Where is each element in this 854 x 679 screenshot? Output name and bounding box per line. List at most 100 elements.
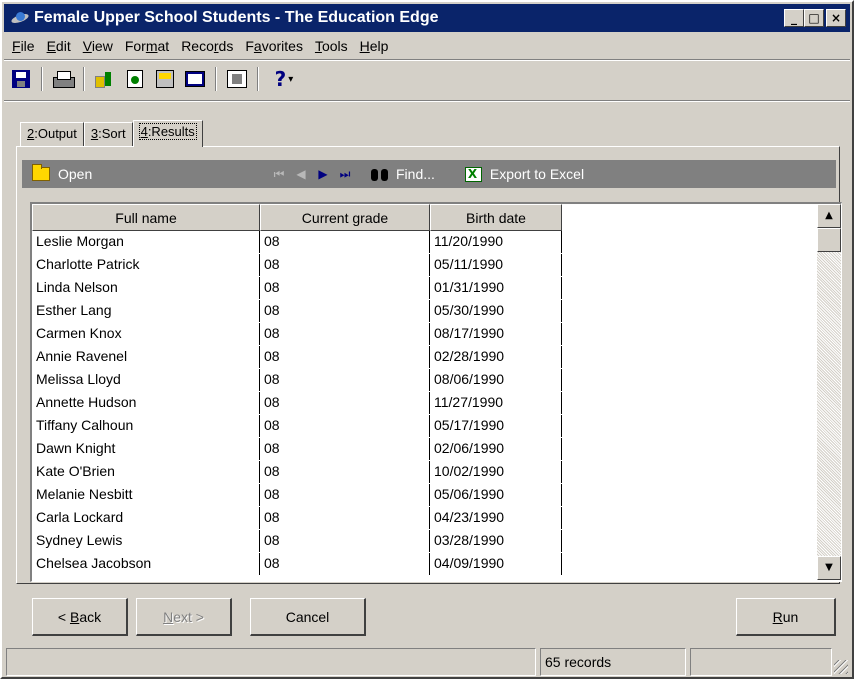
maximize-button[interactable]: □ bbox=[804, 9, 824, 27]
menu-help[interactable]: Help bbox=[354, 38, 395, 54]
table-row[interactable]: Annie Ravenel 08 02/28/1990 bbox=[32, 346, 562, 368]
resize-grip-icon[interactable] bbox=[834, 660, 848, 674]
table-row[interactable]: Melanie Nesbitt 08 05/06/1990 bbox=[32, 484, 562, 506]
cell-full-name[interactable]: Sydney Lewis bbox=[32, 530, 260, 552]
last-record-button[interactable]: ⏭ bbox=[334, 167, 356, 182]
cell-current-grade[interactable]: 08 bbox=[260, 461, 430, 483]
menu-view[interactable]: View bbox=[77, 38, 119, 54]
back-button[interactable]: < Back bbox=[32, 598, 128, 636]
table-row[interactable]: Annette Hudson 08 11/27/1990 bbox=[32, 392, 562, 414]
next-button[interactable]: Next > bbox=[136, 598, 232, 636]
close-button[interactable]: × bbox=[826, 9, 846, 27]
help-button[interactable]: ? ▾ bbox=[266, 66, 302, 92]
cell-current-grade[interactable]: 08 bbox=[260, 392, 430, 414]
table-row[interactable]: Sydney Lewis 08 03/28/1990 bbox=[32, 530, 562, 552]
table-row[interactable]: Melissa Lloyd 08 08/06/1990 bbox=[32, 369, 562, 391]
save-button[interactable] bbox=[8, 66, 34, 92]
menu-favorites[interactable]: Favorites bbox=[239, 38, 309, 54]
tab-output[interactable]: 2:Output bbox=[20, 122, 84, 146]
vertical-scrollbar[interactable]: ▲ ▼ bbox=[817, 204, 841, 580]
table-row[interactable]: Linda Nelson 08 01/31/1990 bbox=[32, 277, 562, 299]
menu-edit[interactable]: Edit bbox=[41, 38, 77, 54]
cell-full-name[interactable]: Carla Lockard bbox=[32, 507, 260, 529]
cell-birth-date[interactable]: 02/06/1990 bbox=[430, 438, 562, 460]
cell-full-name[interactable]: Dawn Knight bbox=[32, 438, 260, 460]
open-button[interactable]: Open bbox=[32, 164, 268, 182]
cell-birth-date[interactable]: 11/20/1990 bbox=[430, 231, 562, 253]
cell-birth-date[interactable]: 11/27/1990 bbox=[430, 392, 562, 414]
export-to-excel-button[interactable]: Export to Excel bbox=[464, 166, 584, 182]
cell-current-grade[interactable]: 08 bbox=[260, 415, 430, 437]
cell-full-name[interactable]: Tiffany Calhoun bbox=[32, 415, 260, 437]
first-record-button[interactable]: ⏮ bbox=[268, 167, 290, 182]
table-row[interactable]: Carmen Knox 08 08/17/1990 bbox=[32, 323, 562, 345]
properties-button[interactable] bbox=[224, 66, 250, 92]
cell-full-name[interactable]: Esther Lang bbox=[32, 300, 260, 322]
cell-current-grade[interactable]: 08 bbox=[260, 507, 430, 529]
cell-birth-date[interactable]: 04/09/1990 bbox=[430, 553, 562, 575]
cell-current-grade[interactable]: 08 bbox=[260, 484, 430, 506]
cell-birth-date[interactable]: 02/28/1990 bbox=[430, 346, 562, 368]
cell-current-grade[interactable]: 08 bbox=[260, 369, 430, 391]
cell-full-name[interactable]: Carmen Knox bbox=[32, 323, 260, 345]
table-row[interactable]: Esther Lang 08 05/30/1990 bbox=[32, 300, 562, 322]
column-header-current-grade[interactable]: Current grade bbox=[260, 204, 430, 231]
cell-current-grade[interactable]: 08 bbox=[260, 346, 430, 368]
cell-birth-date[interactable]: 04/23/1990 bbox=[430, 507, 562, 529]
cancel-button[interactable]: Cancel bbox=[250, 598, 366, 636]
scroll-up-arrow-icon[interactable]: ▲ bbox=[817, 204, 841, 228]
run-button[interactable]: Run bbox=[736, 598, 836, 636]
cell-current-grade[interactable]: 08 bbox=[260, 277, 430, 299]
cell-current-grade[interactable]: 08 bbox=[260, 231, 430, 253]
menu-format[interactable]: Format bbox=[119, 38, 175, 54]
cell-current-grade[interactable]: 08 bbox=[260, 553, 430, 575]
table-row[interactable]: Carla Lockard 08 04/23/1990 bbox=[32, 507, 562, 529]
refresh-button[interactable] bbox=[122, 66, 148, 92]
scroll-thumb[interactable] bbox=[817, 228, 841, 252]
cell-full-name[interactable]: Charlotte Patrick bbox=[32, 254, 260, 276]
find-button[interactable]: Find... bbox=[370, 166, 435, 182]
cell-full-name[interactable]: Annette Hudson bbox=[32, 392, 260, 414]
cell-birth-date[interactable]: 10/02/1990 bbox=[430, 461, 562, 483]
scroll-down-arrow-icon[interactable]: ▼ bbox=[817, 556, 841, 580]
cell-current-grade[interactable]: 08 bbox=[260, 300, 430, 322]
print-button[interactable] bbox=[50, 66, 76, 92]
cell-full-name[interactable]: Chelsea Jacobson bbox=[32, 553, 260, 575]
column-header-full-name[interactable]: Full name bbox=[32, 204, 260, 231]
export-button[interactable] bbox=[152, 66, 178, 92]
cell-full-name[interactable]: Melissa Lloyd bbox=[32, 369, 260, 391]
cell-birth-date[interactable]: 08/06/1990 bbox=[430, 369, 562, 391]
cell-full-name[interactable]: Linda Nelson bbox=[32, 277, 260, 299]
previous-record-button[interactable]: ◀ bbox=[290, 167, 312, 181]
table-row[interactable]: Chelsea Jacobson 08 04/09/1990 bbox=[32, 553, 562, 575]
title-bar[interactable]: Female Upper School Students - The Educa… bbox=[4, 4, 850, 32]
cell-full-name[interactable]: Annie Ravenel bbox=[32, 346, 260, 368]
minimize-button[interactable]: _ bbox=[784, 9, 804, 27]
next-record-button[interactable]: ▶ bbox=[312, 167, 334, 181]
table-row[interactable]: Tiffany Calhoun 08 05/17/1990 bbox=[32, 415, 562, 437]
tab-sort[interactable]: 3:Sort bbox=[83, 122, 133, 146]
cell-current-grade[interactable]: 08 bbox=[260, 530, 430, 552]
column-header-birth-date[interactable]: Birth date bbox=[430, 204, 562, 231]
monitor-button[interactable] bbox=[182, 66, 208, 92]
menu-file[interactable]: File bbox=[6, 38, 41, 54]
table-row[interactable]: Dawn Knight 08 02/06/1990 bbox=[32, 438, 562, 460]
cell-current-grade[interactable]: 08 bbox=[260, 254, 430, 276]
cell-birth-date[interactable]: 05/11/1990 bbox=[430, 254, 562, 276]
menu-tools[interactable]: Tools bbox=[309, 38, 354, 54]
cell-birth-date[interactable]: 01/31/1990 bbox=[430, 277, 562, 299]
tab-results[interactable]: 4:Results bbox=[132, 120, 203, 147]
cell-birth-date[interactable]: 05/30/1990 bbox=[430, 300, 562, 322]
cell-current-grade[interactable]: 08 bbox=[260, 438, 430, 460]
cell-full-name[interactable]: Melanie Nesbitt bbox=[32, 484, 260, 506]
cell-birth-date[interactable]: 03/28/1990 bbox=[430, 530, 562, 552]
cell-birth-date[interactable]: 05/17/1990 bbox=[430, 415, 562, 437]
table-row[interactable]: Kate O'Brien 08 10/02/1990 bbox=[32, 461, 562, 483]
cell-current-grade[interactable]: 08 bbox=[260, 323, 430, 345]
cell-birth-date[interactable]: 08/17/1990 bbox=[430, 323, 562, 345]
menu-records[interactable]: Records bbox=[175, 38, 239, 54]
cell-birth-date[interactable]: 05/06/1990 bbox=[430, 484, 562, 506]
query-button[interactable] bbox=[92, 66, 118, 92]
cell-full-name[interactable]: Leslie Morgan bbox=[32, 231, 260, 253]
table-row[interactable]: Leslie Morgan 08 11/20/1990 bbox=[32, 231, 562, 253]
